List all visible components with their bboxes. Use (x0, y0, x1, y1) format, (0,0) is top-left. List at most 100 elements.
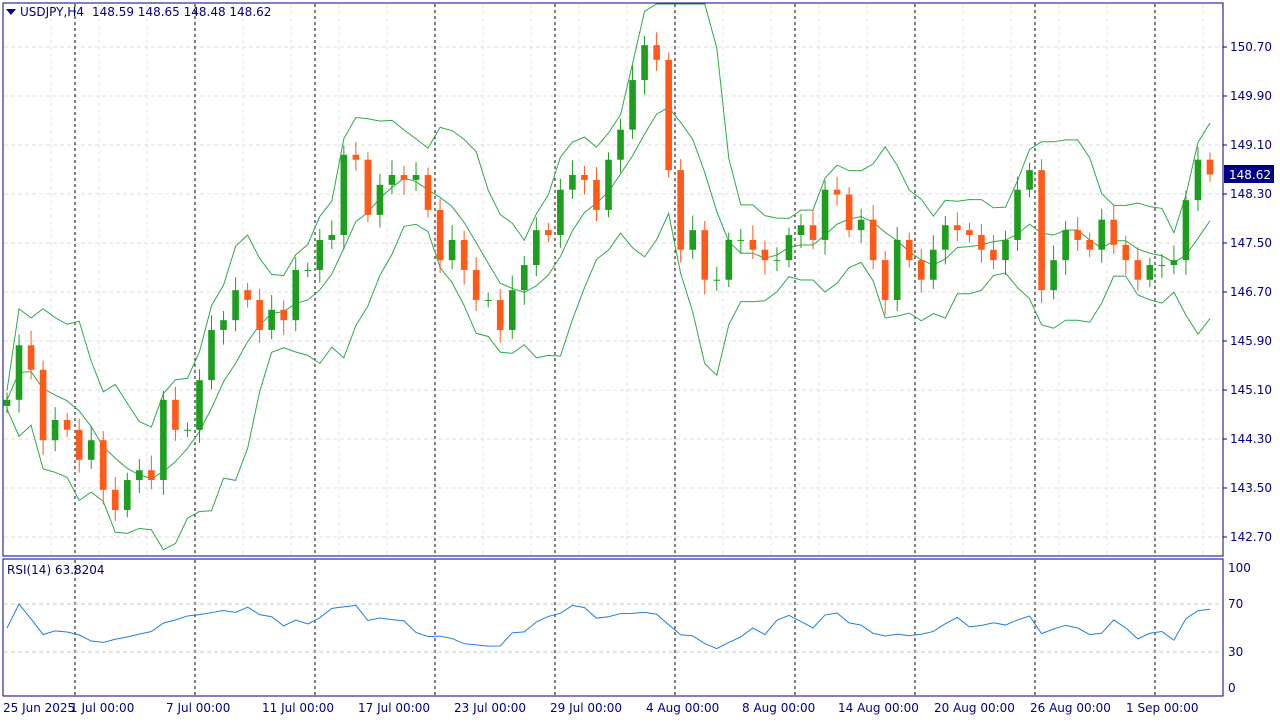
rsi-level-label: 100 (1228, 561, 1251, 575)
candle-body (641, 45, 648, 81)
x-tick-label: 25 Jun 2025 (3, 701, 75, 715)
x-tick-label: 4 Aug 00:00 (646, 701, 719, 715)
candle-body (857, 219, 865, 231)
candle-body (256, 299, 263, 330)
candle-body (761, 249, 769, 261)
candle-body (893, 239, 901, 300)
candle-body (448, 239, 456, 261)
candle-body (268, 309, 275, 330)
candle-body (123, 480, 131, 511)
x-tick-label: 1 Jul 00:00 (70, 701, 134, 715)
candle-body (1050, 260, 1057, 291)
candle-body (63, 420, 71, 430)
y-tick-label: 142.70 (1230, 530, 1272, 544)
x-tick-label: 1 Sep 00:00 (1126, 701, 1198, 715)
candle-body (352, 154, 360, 160)
y-tick-label: 146.70 (1230, 285, 1272, 299)
candle-body (51, 420, 59, 441)
candle-body (99, 440, 107, 490)
candle-body (617, 129, 624, 160)
candle-body (508, 290, 516, 330)
candle-body (436, 209, 444, 261)
candle-body (1002, 239, 1009, 261)
candle-body (220, 320, 227, 330)
candle-body (1014, 189, 1021, 240)
candle-body (424, 175, 432, 210)
candle-body (917, 260, 925, 280)
rsi-level-label: 30 (1228, 645, 1243, 659)
candle-body (869, 219, 877, 261)
candle-body (1170, 260, 1178, 266)
candle-body (533, 230, 540, 266)
candle-body (665, 59, 672, 171)
candle-body (1038, 170, 1045, 291)
candle-body (833, 189, 841, 195)
candle-body (1206, 159, 1214, 175)
candle-body (208, 329, 215, 381)
y-tick-label: 145.90 (1230, 334, 1272, 348)
candle-body (713, 279, 721, 281)
candle-body (1086, 239, 1094, 250)
candle-body (1026, 170, 1033, 190)
ohlc-readout: 148.59 148.65 148.48 148.62 (92, 5, 271, 19)
candle-body (232, 290, 239, 321)
y-tick-label: 144.30 (1230, 432, 1272, 446)
candle-body (136, 470, 143, 481)
candle-body (316, 239, 324, 270)
candle-body (905, 239, 913, 261)
candle-body (496, 299, 504, 330)
candle-body (328, 235, 336, 240)
candle-body (172, 399, 179, 430)
candle-body (954, 225, 961, 231)
x-tick-label: 11 Jul 00:00 (262, 701, 334, 715)
candle-body (797, 225, 805, 236)
rsi-level-label: 70 (1228, 597, 1243, 611)
candle-body (292, 269, 300, 321)
candle-body (184, 429, 191, 431)
candle-body (15, 345, 23, 400)
candle-body (785, 235, 793, 261)
candle-body (376, 184, 384, 215)
current-price-text: 148.62 (1229, 168, 1271, 182)
candle-body (725, 239, 733, 280)
rsi-panel (2, 558, 1224, 697)
candle-body (653, 45, 660, 60)
candle-body (593, 179, 600, 210)
candle-body (1158, 265, 1166, 267)
candle-body (677, 170, 684, 250)
candle-body (472, 269, 480, 300)
x-tick-label: 7 Jul 00:00 (166, 701, 230, 715)
candle-body (689, 230, 697, 250)
candle-body (845, 194, 853, 231)
y-tick-label: 150.70 (1230, 40, 1272, 54)
candle-body (1062, 230, 1069, 261)
candle-body (773, 260, 781, 262)
y-tick-label: 143.50 (1230, 481, 1272, 495)
rsi-level-label: 0 (1228, 681, 1236, 695)
candle-body (821, 189, 829, 240)
price-chart[interactable]: 100 70 30 0 150.70 149.90 149.10 148.30 147.50 1… (0, 0, 1280, 720)
y-tick-label: 148.30 (1230, 187, 1272, 201)
candle-body (196, 380, 203, 430)
candle-body (1110, 219, 1118, 245)
y-tick-label: 149.90 (1230, 89, 1272, 103)
candle-body (280, 309, 287, 321)
candle-body (484, 299, 492, 301)
candle-body (1146, 265, 1154, 280)
candle-body (930, 249, 937, 280)
candle-body (1182, 200, 1190, 261)
candle-body (629, 80, 636, 130)
candle-body (749, 239, 757, 250)
x-tick-label: 20 Aug 00:00 (934, 701, 1015, 715)
candle-body (27, 345, 35, 370)
candle-body (966, 230, 973, 236)
candle-body (364, 159, 372, 215)
x-tick-label: 29 Jul 00:00 (550, 701, 622, 715)
candle-body (581, 175, 588, 180)
candle-body (1194, 159, 1202, 201)
candle-body (244, 290, 251, 300)
candle-body (3, 399, 11, 406)
x-tick-label: 14 Aug 00:00 (838, 701, 919, 715)
candle-body (569, 175, 576, 190)
y-tick-label: 145.10 (1230, 383, 1272, 397)
